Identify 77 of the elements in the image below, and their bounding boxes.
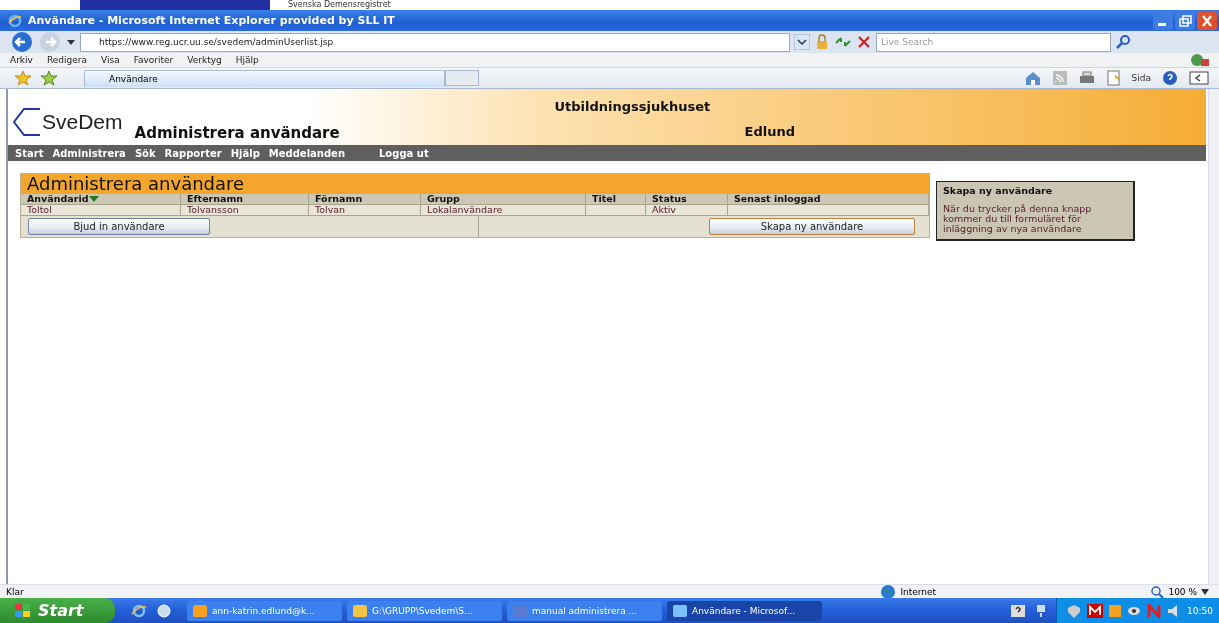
logo-icon bbox=[12, 107, 42, 137]
nav-link[interactable]: Start bbox=[15, 147, 44, 159]
search-icon[interactable] bbox=[1115, 34, 1133, 50]
stop-icon[interactable] bbox=[856, 34, 872, 50]
help-text: När du trycker på denna knapp kommer du till formuläret för inläggning av nya användare bbox=[943, 204, 1093, 234]
table-cell: Aktiv bbox=[646, 205, 728, 216]
back-icon[interactable] bbox=[10, 31, 34, 53]
restore-icon[interactable] bbox=[1175, 11, 1195, 30]
app-icon[interactable] bbox=[156, 602, 172, 619]
add-favorite-icon[interactable] bbox=[40, 70, 58, 86]
nav-link[interactable]: Hjälp bbox=[230, 147, 260, 159]
menu-item[interactable]: Hjälp bbox=[235, 55, 259, 65]
browser-icon[interactable] bbox=[130, 602, 148, 619]
globe-icon bbox=[880, 583, 897, 600]
status-text: Klar bbox=[6, 586, 24, 597]
invite-user-button[interactable]: Bjud in användare bbox=[28, 218, 210, 235]
caret-icon[interactable] bbox=[1201, 588, 1209, 595]
window-icon bbox=[353, 604, 367, 617]
column-header[interactable]: Användarid bbox=[21, 194, 181, 205]
table-cell: Tolvansson bbox=[181, 205, 309, 216]
shield-icon[interactable] bbox=[1067, 603, 1082, 618]
menu-item[interactable]: Redigera bbox=[46, 55, 87, 65]
menu-item[interactable]: Visa bbox=[101, 55, 120, 65]
help-icon[interactable] bbox=[1161, 70, 1179, 86]
menu-item[interactable]: Verktyg bbox=[187, 55, 222, 65]
help-title: Skapa ny användare bbox=[943, 185, 1054, 196]
research-icon[interactable] bbox=[1189, 71, 1209, 85]
page-heading: Administrera användare bbox=[134, 124, 341, 142]
page-icon[interactable] bbox=[1105, 70, 1122, 86]
organization-name: Utbildningssjukhuset bbox=[554, 98, 711, 116]
create-user-button[interactable]: Skapa ny användare bbox=[709, 218, 915, 235]
help-icon[interactable] bbox=[1010, 603, 1027, 618]
zone-label: Internet bbox=[900, 586, 937, 597]
window-icon bbox=[673, 604, 687, 617]
zoom-icon[interactable] bbox=[1150, 584, 1165, 599]
minimize-icon[interactable] bbox=[1153, 11, 1173, 30]
nav-link[interactable]: Administrera bbox=[52, 147, 126, 159]
search-field[interactable]: Live Search bbox=[876, 32, 1111, 52]
menu-item[interactable]: Favoriter bbox=[133, 55, 174, 65]
nav-link[interactable]: Rapporter bbox=[164, 147, 222, 159]
menu-item[interactable]: Arkiv bbox=[10, 55, 33, 65]
table-cell: Toltol bbox=[21, 205, 181, 216]
address-field[interactable]: https://www.reg.ucr.uu.se/svedem/adminUserlist.jsp bbox=[80, 32, 790, 52]
windows-icon bbox=[14, 602, 32, 619]
dropdown-icon[interactable] bbox=[794, 34, 810, 50]
star-icon[interactable] bbox=[14, 70, 32, 86]
browser-tab[interactable]: Användare bbox=[84, 69, 445, 87]
caret-icon[interactable] bbox=[66, 38, 76, 46]
column-header[interactable]: Grupp bbox=[421, 194, 586, 205]
nav-link[interactable]: Sök bbox=[134, 147, 156, 159]
printer-icon[interactable] bbox=[1077, 70, 1096, 86]
nav-link[interactable]: Logga ut bbox=[379, 147, 429, 159]
window-title: Användare - Microsoft Internet Explorer provided by SLL IT bbox=[28, 14, 395, 27]
taskbar-button[interactable]: Användare - Microsof... bbox=[667, 600, 822, 621]
toolbar-icon[interactable] bbox=[1189, 53, 1211, 67]
logo-text: SveDem bbox=[42, 110, 123, 134]
window-icon bbox=[193, 604, 207, 617]
window-icon bbox=[513, 604, 527, 617]
home-icon[interactable] bbox=[1023, 70, 1042, 86]
column-header[interactable]: Senast inloggad bbox=[728, 194, 929, 205]
table-cell: Tolvan bbox=[309, 205, 421, 216]
taskbar-button[interactable]: G:\GRUPP\Svedem\S... bbox=[347, 600, 502, 621]
page-menu[interactable]: Sida bbox=[1131, 73, 1151, 83]
taskbar-button[interactable]: manual administrera ... bbox=[507, 600, 662, 621]
antivirus-icon[interactable] bbox=[1087, 603, 1104, 618]
browser-icon bbox=[8, 13, 22, 28]
table-title: Administrera användare bbox=[21, 174, 929, 194]
user-name: Edlund bbox=[744, 123, 795, 141]
nav-link[interactable]: Meddelanden bbox=[268, 147, 345, 159]
close-icon[interactable] bbox=[1197, 11, 1217, 30]
table-cell bbox=[586, 205, 646, 216]
scrollbar[interactable] bbox=[1208, 89, 1219, 584]
zoom-level[interactable]: 100 % bbox=[1168, 586, 1197, 597]
clock: 10:50 bbox=[1187, 605, 1213, 616]
table-cell: Lokalanvändare bbox=[421, 205, 586, 216]
taskbar-button[interactable]: ann-katrin.edlund@k... bbox=[187, 600, 342, 621]
eye-icon[interactable] bbox=[1127, 604, 1142, 617]
